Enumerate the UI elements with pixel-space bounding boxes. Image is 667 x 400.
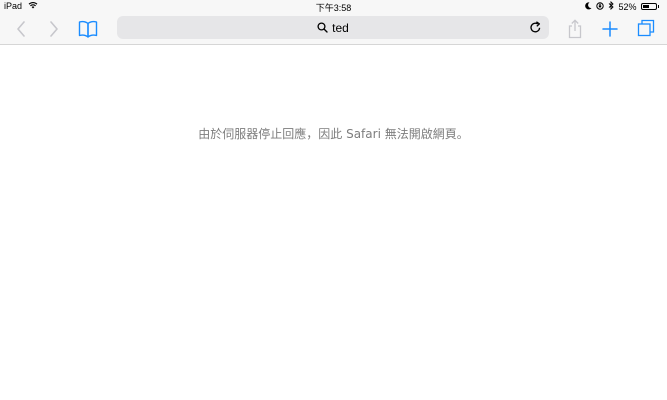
moon-icon: [585, 1, 592, 12]
error-message: 由於伺服器停止回應，因此 Safari 無法開啟網頁。: [198, 127, 469, 141]
search-icon: [317, 22, 328, 33]
bluetooth-icon: [608, 0, 615, 12]
share-button[interactable]: [565, 17, 585, 41]
chevron-right-icon: [50, 21, 58, 37]
tabs-icon: [637, 19, 655, 37]
battery-icon: [640, 3, 657, 10]
status-bar: iPad 下午3:58 52%: [0, 0, 667, 14]
status-time: 下午3:58: [315, 3, 352, 13]
status-right: 52%: [585, 0, 659, 12]
new-tab-button[interactable]: [600, 18, 620, 40]
address-bar[interactable]: ted: [117, 16, 549, 39]
address-text: ted: [332, 20, 349, 35]
battery-tip: [657, 5, 659, 8]
plus-icon: [602, 21, 618, 37]
address-content: ted: [117, 16, 549, 39]
tabs-button[interactable]: [635, 17, 657, 39]
browser-toolbar: ted: [0, 14, 667, 45]
bookmarks-button[interactable]: [76, 18, 100, 40]
reload-button[interactable]: [529, 21, 543, 35]
share-icon: [568, 19, 582, 39]
orientation-lock-icon: [596, 1, 605, 12]
back-button[interactable]: [12, 19, 30, 39]
chevron-left-icon: [17, 21, 25, 37]
reload-icon: [530, 21, 541, 33]
battery-percent: 52%: [618, 1, 637, 12]
book-icon: [78, 20, 98, 38]
battery-level: [642, 5, 649, 8]
safari-window: iPad 下午3:58 52% ted 由於伺服器停止回應，因此 Safari …: [0, 0, 667, 400]
forward-button[interactable]: [45, 19, 63, 39]
